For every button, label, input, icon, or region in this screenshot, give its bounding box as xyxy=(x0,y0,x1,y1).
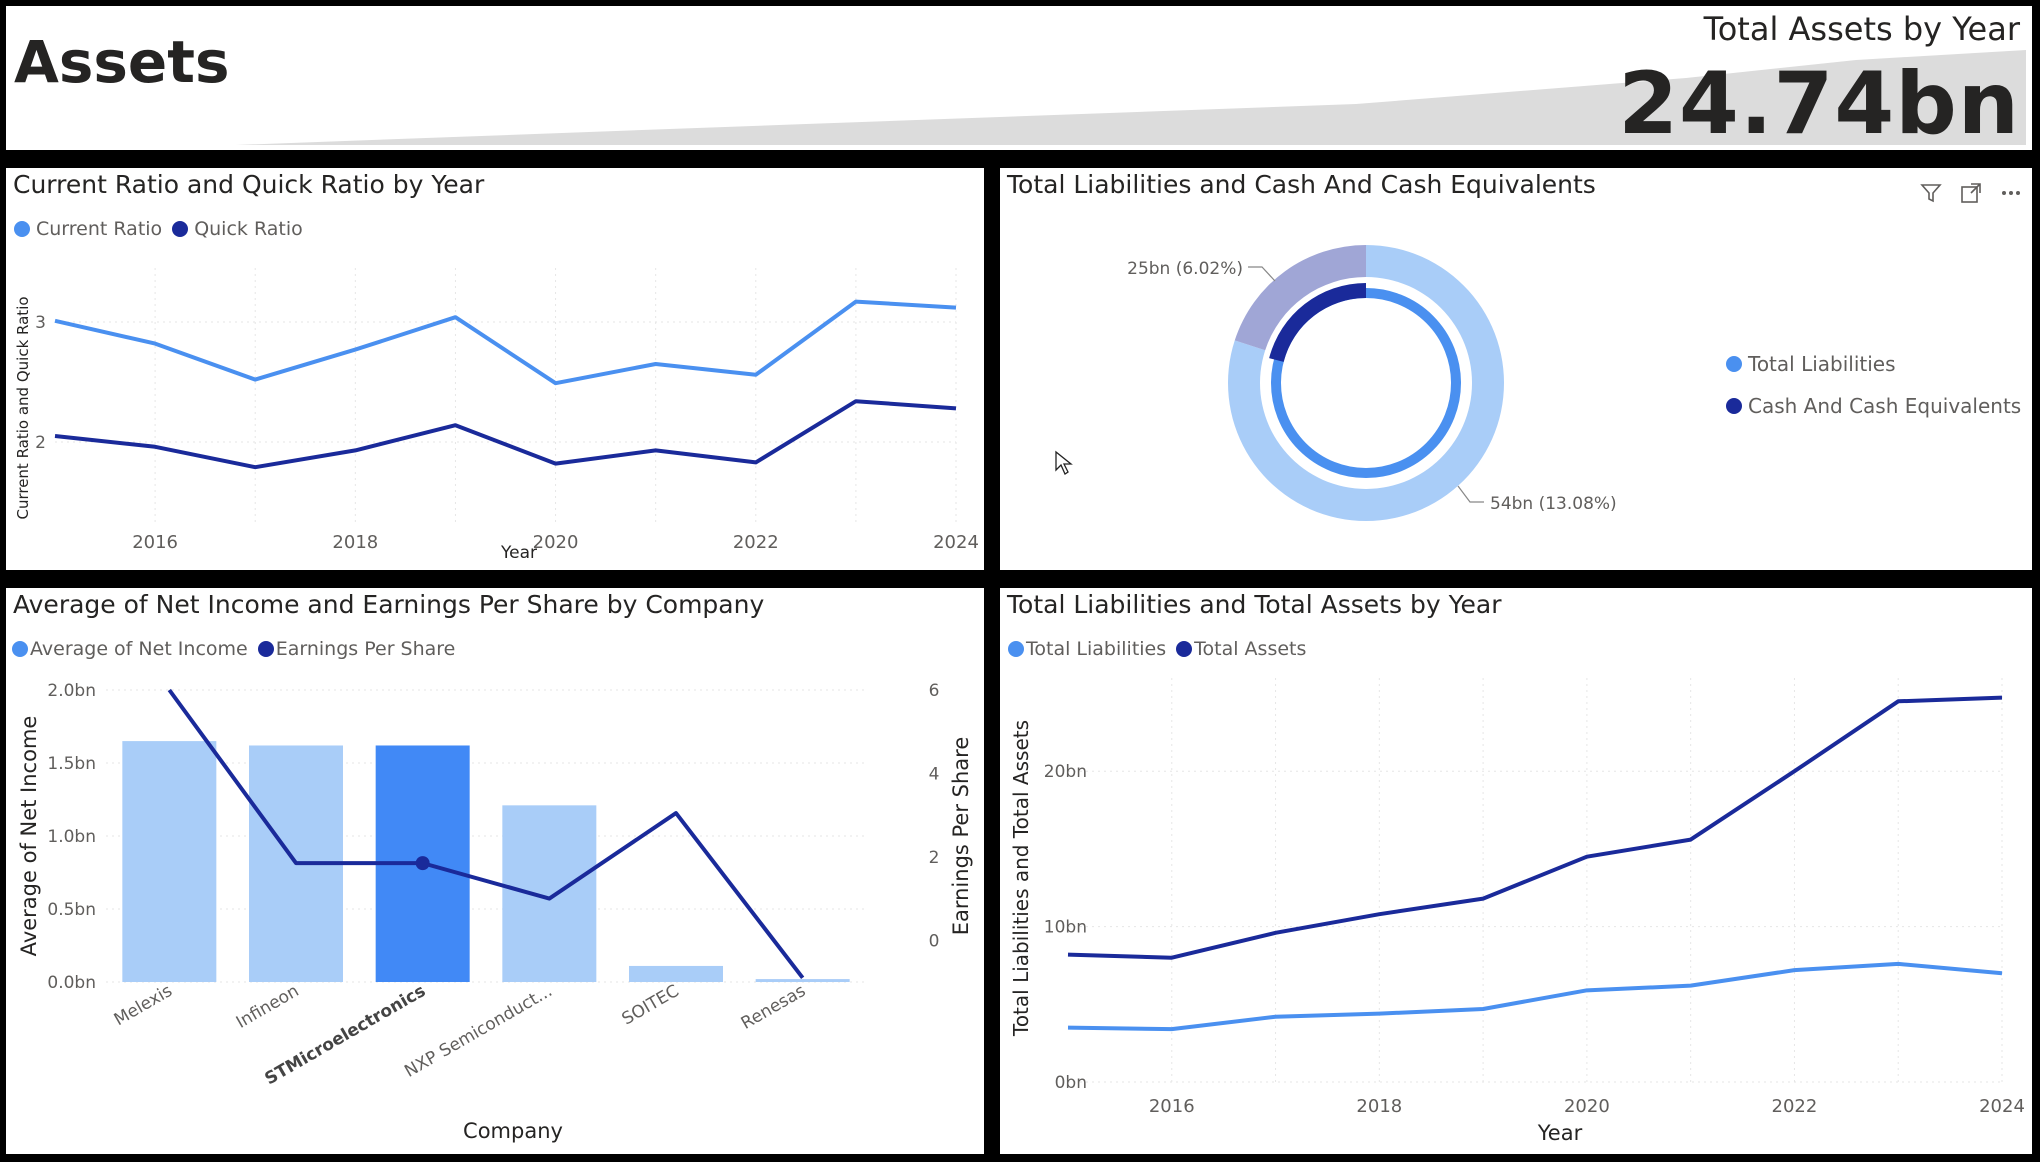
series-line-quick-ratio[interactable] xyxy=(54,399,957,470)
y-tick-label: 10bn xyxy=(1044,918,1087,938)
y-tick-label: 2.0bn xyxy=(47,681,96,701)
bar-nxp-semiconduct-[interactable] xyxy=(502,805,597,982)
y-tick-label: 0bn xyxy=(1055,1073,1087,1093)
liabilities-assets-line-chart[interactable]: 0bn10bn20bn2016 2018 2020 2022 2024YearTotal… xyxy=(1000,588,2032,1154)
selected-point-marker[interactable] xyxy=(415,856,430,871)
label-leader-line xyxy=(1248,266,1276,282)
y-tick-label: 3 xyxy=(35,313,46,333)
series-line-total-assets[interactable] xyxy=(1067,695,2003,960)
x-tick-label: 2024 xyxy=(933,532,979,553)
y-axis-label: Total Liabilities and Total Assets xyxy=(1009,720,1033,1037)
x-tick-label: 2018 xyxy=(332,532,378,553)
series-line-current-ratio[interactable] xyxy=(54,299,957,386)
x-tick-label: Infineon xyxy=(233,981,303,1033)
x-tick-label: Renesas xyxy=(738,981,810,1034)
y-tick-label: 20bn xyxy=(1044,762,1087,782)
x-tick-label: 2022 xyxy=(1772,1096,1818,1117)
mouse-cursor-icon xyxy=(1055,450,1073,475)
bar-melexis[interactable] xyxy=(122,741,217,982)
y2-tick-label: 2 xyxy=(929,848,940,868)
header-panel: Assets Total Assets by Year 24.74bn xyxy=(6,6,2032,150)
ratio-line-chart[interactable]: 232016 2018 2020 2022 2024YearCurrent Ratio … xyxy=(6,168,984,570)
x-tick-label: 2022 xyxy=(733,532,779,553)
liabilities-assets-panel[interactable]: Total Liabilities and Total Assets by Ye… xyxy=(1000,588,2032,1154)
legend: Total Liabilities Cash And Cash Equivale… xyxy=(1726,352,2031,418)
legend-label: Cash And Cash Equivalents xyxy=(1748,394,2022,418)
legend-dot xyxy=(1726,356,1742,372)
net-income-eps-panel[interactable]: Average of Net Income and Earnings Per S… xyxy=(6,588,984,1154)
y-axis-label: Current Ratio and Quick Ratio xyxy=(14,296,32,519)
liabilities-cash-panel[interactable]: Total Liabilities and Cash And Cash Equi… xyxy=(1000,168,2032,570)
x-axis-label: Year xyxy=(500,543,537,563)
data-label: 54bn (13.08%) xyxy=(1490,494,1617,514)
y-tick-label: 1.0bn xyxy=(47,827,96,847)
x-axis-label: Company xyxy=(463,1119,563,1143)
x-tick-label: 2016 xyxy=(132,532,178,553)
y-axis-label: Average of Net Income xyxy=(17,716,41,957)
label-leader-line xyxy=(1457,485,1484,503)
y2-tick-label: 0 xyxy=(929,931,940,951)
legend-dot xyxy=(1726,398,1742,414)
series-line-total-liabilities[interactable] xyxy=(1067,961,2003,1032)
y2-tick-label: 6 xyxy=(929,681,940,701)
y-tick-label: 0.5bn xyxy=(47,900,96,920)
y-tick-label: 2 xyxy=(35,433,46,453)
x-axis-label: Year xyxy=(1537,1121,1583,1145)
x-tick-label: Melexis xyxy=(111,981,176,1030)
kpi-value: 24.74bn xyxy=(1618,54,2020,150)
x-tick-label: SOITEC xyxy=(619,981,683,1029)
bar-soitec[interactable] xyxy=(629,965,723,982)
bar-renesas[interactable] xyxy=(755,979,850,982)
y-tick-label: 1.5bn xyxy=(47,754,96,774)
x-tick-label: 2020 xyxy=(533,532,579,553)
legend-label: Total Liabilities xyxy=(1748,352,1896,376)
y2-tick-label: 4 xyxy=(929,764,940,784)
y2-axis-label: Earnings Per Share xyxy=(949,737,973,936)
legend-item-cash[interactable]: Cash And Cash Equivalents xyxy=(1726,394,2021,418)
current-quick-ratio-panel[interactable]: Current Ratio and Quick Ratio by Year Cu… xyxy=(6,168,984,570)
x-tick-label: 2018 xyxy=(1356,1096,1402,1117)
net-income-combo-chart[interactable]: 0.0bn 0.5bn 1.0bn 1.5bn 2.0bn 0 2 4 6 Melexis Infi… xyxy=(6,588,984,1154)
x-tick-label: 2024 xyxy=(1979,1096,2025,1117)
kpi-label: Total Assets by Year xyxy=(1703,10,2020,48)
x-tick-label: 2020 xyxy=(1564,1096,1610,1117)
y-tick-label: 0.0bn xyxy=(47,973,96,993)
x-tick-label: 2016 xyxy=(1149,1096,1195,1117)
data-label: 25bn (6.02%) xyxy=(1127,259,1243,279)
legend-item-total-liabilities[interactable]: Total Liabilities xyxy=(1726,352,1896,376)
